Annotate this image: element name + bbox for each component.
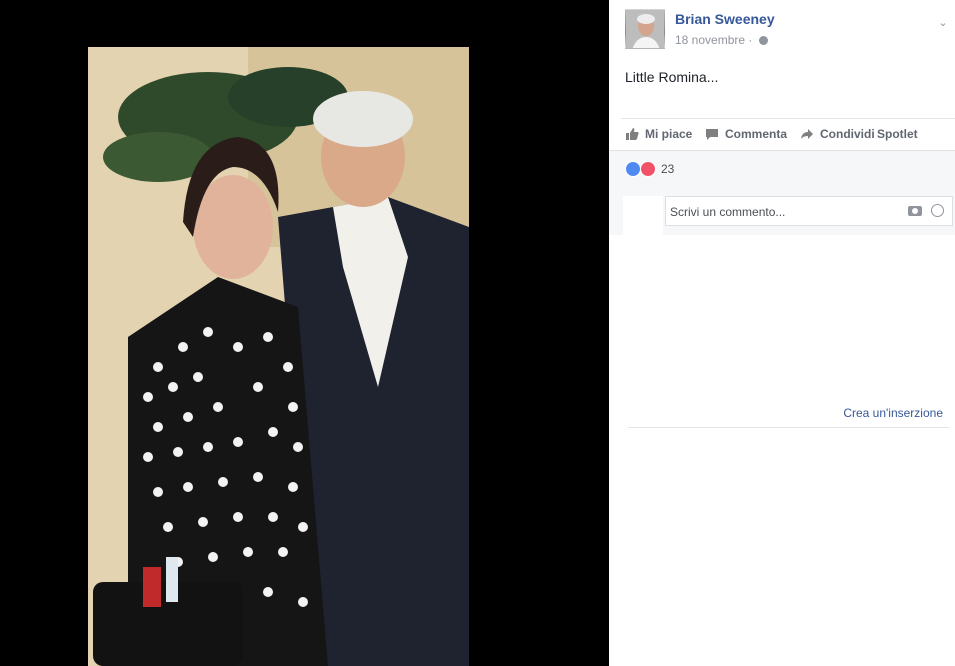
spotlet-button[interactable]: Spotlet [877, 127, 918, 141]
meta-separator: · [748, 33, 753, 47]
share-label: Condividi [820, 127, 875, 141]
share-arrow-icon [800, 128, 814, 140]
comment-icon [705, 128, 719, 140]
author-name-link[interactable]: Brian Sweeney [675, 11, 775, 27]
post-actions: Mi piace Commenta Condividi Spotlet [621, 118, 955, 151]
post-caption: Little Romina... [625, 69, 719, 85]
comment-input[interactable]: Scrivi un commento... [665, 196, 953, 226]
emoji-icon[interactable] [931, 204, 944, 217]
reactions-count[interactable]: 23 [661, 162, 674, 176]
photo-illustration [88, 47, 469, 666]
comment-placeholder: Scrivi un commento... [670, 205, 786, 219]
author-avatar[interactable] [625, 9, 665, 49]
comment-label: Commenta [725, 127, 788, 141]
divider [628, 427, 949, 428]
reactions-and-comments: 23 Scrivi un commento... [609, 150, 955, 236]
post-date[interactable]: 18 novembre [675, 33, 745, 47]
thumbs-up-icon [625, 128, 639, 140]
like-label: Mi piace [645, 127, 693, 141]
love-reaction-icon [640, 161, 656, 177]
camera-icon[interactable] [908, 206, 922, 216]
commenter-avatar [623, 196, 663, 236]
post-header: Brian Sweeney 18 novembre · ⌄ [625, 9, 955, 53]
share-button[interactable]: Condividi [800, 127, 875, 141]
chevron-down-icon[interactable]: ⌄ [937, 17, 949, 29]
avatar-image [626, 10, 664, 48]
photo-viewer-stage [0, 0, 609, 666]
globe-icon [758, 36, 768, 45]
post-sidebar: Brian Sweeney 18 novembre · ⌄ Little Rom… [609, 0, 955, 666]
post-photo[interactable] [88, 47, 469, 666]
comment-button[interactable]: Commenta [705, 127, 787, 141]
like-button[interactable]: Mi piace [625, 127, 692, 141]
create-ad-link[interactable]: Crea un'inserzione [843, 406, 943, 420]
post-meta: 18 novembre · [675, 33, 768, 47]
like-reaction-icon [625, 161, 641, 177]
spotlet-label: Spotlet [877, 127, 918, 141]
